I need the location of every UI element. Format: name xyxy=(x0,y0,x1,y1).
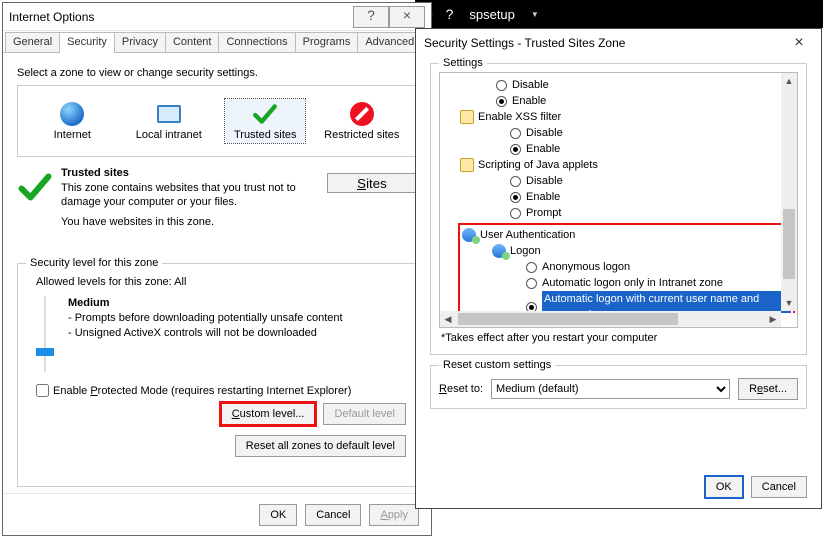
close-icon[interactable]: × xyxy=(389,6,425,28)
zone-local-intranet-label: Local intranet xyxy=(136,129,202,141)
zone-restricted-sites-label: Restricted sites xyxy=(324,129,399,141)
slider-thumb[interactable] xyxy=(36,348,54,356)
tab-privacy[interactable]: Privacy xyxy=(114,32,166,52)
scroll-right-icon[interactable]: ▶ xyxy=(765,311,781,327)
scroll-down-icon[interactable]: ▼ xyxy=(781,295,797,311)
cancel-button[interactable]: Cancel xyxy=(305,504,361,526)
user-authentication-highlight: User Authentication Logon Anonymous logo… xyxy=(458,223,795,313)
scroll-thumb[interactable] xyxy=(783,209,795,279)
internet-options-titlebar: Internet Options ? × xyxy=(3,3,431,31)
zone-internet[interactable]: Internet xyxy=(32,99,112,143)
radio-enable[interactable]: Enable xyxy=(476,93,797,109)
trusted-description-2: You have websites in this zone. xyxy=(61,216,417,228)
app-topbar: ⚙ ? spsetup ▼ xyxy=(415,0,823,28)
zone-local-intranet[interactable]: Local intranet xyxy=(129,99,209,143)
monitor-icon xyxy=(156,101,182,127)
internet-options-tabs: General Security Privacy Content Connect… xyxy=(3,31,431,53)
internet-options-footer: OK Cancel Apply xyxy=(3,493,431,535)
radio-anonymous-logon[interactable]: Anonymous logon xyxy=(506,259,791,275)
category-user-authentication: User Authentication xyxy=(462,227,791,243)
zone-trusted-sites[interactable]: Trusted sites xyxy=(225,99,305,143)
no-entry-icon xyxy=(349,101,375,127)
restart-note: *Takes effect after you restart your com… xyxy=(441,332,798,344)
default-level-button: Default level xyxy=(323,403,406,425)
radio-xss-disable[interactable]: Disable xyxy=(490,125,797,141)
help-icon[interactable]: ? xyxy=(446,6,454,22)
internet-options-window: Internet Options ? × General Security Pr… xyxy=(2,2,432,536)
zone-trusted-sites-label: Trusted sites xyxy=(234,129,297,141)
vertical-scrollbar[interactable]: ▲ ▼ xyxy=(781,73,797,311)
reset-legend: Reset custom settings xyxy=(439,359,555,371)
protected-mode-checkbox[interactable] xyxy=(36,384,49,397)
security-level-legend: Security level for this zone xyxy=(26,257,162,269)
settings-group: Settings Disable Enable Enable XSS filte… xyxy=(430,63,807,355)
security-level-name: Medium xyxy=(68,297,110,309)
ok-button[interactable]: OK xyxy=(705,476,743,498)
category-logon: Logon xyxy=(492,243,791,259)
internet-options-title: Internet Options xyxy=(9,10,353,24)
reset-to-label: Reset to: xyxy=(439,383,483,395)
zone-list: Internet Local intranet Trusted sites Re… xyxy=(17,85,417,157)
security-level-description: Medium - Prompts before downloading pote… xyxy=(68,296,343,372)
checkmark-icon xyxy=(17,169,53,205)
security-level-slider[interactable] xyxy=(36,296,54,372)
users-icon xyxy=(492,244,506,258)
users-icon xyxy=(462,228,476,242)
sites-button[interactable]: Sites xyxy=(327,173,417,193)
radio-auto-intranet[interactable]: Automatic logon only in Intranet zone xyxy=(506,275,791,291)
tab-programs[interactable]: Programs xyxy=(295,32,359,52)
tab-general[interactable]: General xyxy=(5,32,60,52)
apply-button: Apply xyxy=(369,504,419,526)
radio-auto-current-user[interactable]: Automatic logon with current user name a… xyxy=(506,291,791,313)
tab-connections[interactable]: Connections xyxy=(218,32,295,52)
scroll-thumb[interactable] xyxy=(458,313,678,325)
tab-security[interactable]: Security xyxy=(59,32,115,53)
horizontal-scrollbar[interactable]: ◀ ▶ xyxy=(440,311,781,327)
radio-xss-enable[interactable]: Enable xyxy=(490,141,797,157)
trusted-heading: Trusted sites xyxy=(61,167,129,179)
cancel-button[interactable]: Cancel xyxy=(751,476,807,498)
radio-java-disable[interactable]: Disable xyxy=(490,173,797,189)
settings-legend: Settings xyxy=(439,57,487,69)
reset-button[interactable]: Reset... xyxy=(738,378,798,400)
tab-content[interactable]: Content xyxy=(165,32,220,52)
ok-button[interactable]: OK xyxy=(259,504,297,526)
chevron-down-icon[interactable]: ▼ xyxy=(531,10,539,19)
scroll-icon xyxy=(460,110,474,124)
reset-custom-settings-group: Reset custom settings Reset to: Medium (… xyxy=(430,365,807,409)
globe-icon xyxy=(59,101,85,127)
settings-tree: Disable Enable Enable XSS filter Disable… xyxy=(439,72,798,328)
tab-advanced[interactable]: Advanced xyxy=(357,32,422,52)
security-level-group: Security level for this zone Allowed lev… xyxy=(17,263,417,487)
category-java: Scripting of Java applets xyxy=(460,157,797,173)
close-icon[interactable]: × xyxy=(785,34,813,52)
category-xss: Enable XSS filter xyxy=(460,109,797,125)
scroll-icon xyxy=(460,158,474,172)
security-settings-title: Security Settings - Trusted Sites Zone xyxy=(424,36,785,50)
trusted-description: This zone contains websites that you tru… xyxy=(61,182,311,210)
security-level-bullet-2: - Unsigned ActiveX controls will not be … xyxy=(68,327,317,339)
radio-disable[interactable]: Disable xyxy=(476,77,797,93)
radio-java-prompt[interactable]: Prompt xyxy=(490,205,797,221)
reset-all-zones-button[interactable]: Reset all zones to default level xyxy=(235,435,406,457)
help-button[interactable]: ? xyxy=(353,6,389,28)
zone-internet-label: Internet xyxy=(54,129,91,141)
checkmark-icon xyxy=(252,101,278,127)
scroll-left-icon[interactable]: ◀ xyxy=(440,311,456,327)
user-menu[interactable]: spsetup xyxy=(465,7,519,22)
allowed-levels: Allowed levels for this zone: All xyxy=(36,276,406,288)
custom-level-button[interactable]: Custom level... xyxy=(221,403,316,425)
zone-prompt: Select a zone to view or change security… xyxy=(17,67,417,79)
security-settings-titlebar: Security Settings - Trusted Sites Zone × xyxy=(416,29,821,57)
radio-java-enable[interactable]: Enable xyxy=(490,189,797,205)
security-settings-window: Security Settings - Trusted Sites Zone ×… xyxy=(415,28,822,509)
security-level-bullet-1: - Prompts before downloading potentially… xyxy=(68,312,343,324)
zone-restricted-sites[interactable]: Restricted sites xyxy=(322,99,402,143)
reset-to-select[interactable]: Medium (default) xyxy=(491,379,730,399)
scroll-up-icon[interactable]: ▲ xyxy=(781,73,797,89)
security-settings-footer: OK Cancel xyxy=(416,466,821,508)
protected-mode-label[interactable]: Enable Protected Mode (requires restarti… xyxy=(53,385,351,397)
